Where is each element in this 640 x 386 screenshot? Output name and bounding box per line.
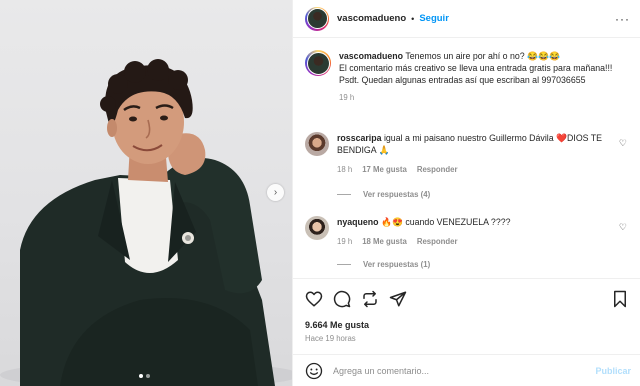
caption: vascomadueno Tenemos un aire por ahí o n…: [305, 50, 629, 104]
follow-button[interactable]: Seguir: [419, 13, 449, 24]
comment-like-icon[interactable]: ♡: [619, 222, 627, 233]
caption-username[interactable]: vascomadueno: [339, 51, 403, 61]
emoji-icon[interactable]: [305, 362, 323, 380]
comment-time: 18 h: [337, 165, 353, 174]
comment-text: 🔥😍 cuando VENEZUELA ????: [381, 217, 511, 227]
carousel-dot: [146, 374, 150, 378]
post-side-panel: vascomadueno • Seguir ··· vascomadueno T…: [292, 0, 640, 386]
view-replies-button[interactable]: Ver respuestas (4): [337, 190, 430, 199]
author-avatar[interactable]: [305, 6, 329, 31]
comment-time: 19 h: [337, 237, 353, 246]
commenter-username[interactable]: nyaqueno: [337, 217, 379, 227]
portrait-illustration: [0, 59, 292, 386]
comment-like-icon[interactable]: ♡: [619, 138, 627, 149]
comment-likes[interactable]: 18 Me gusta: [362, 236, 407, 248]
post-photo[interactable]: ›: [0, 0, 292, 386]
commenter-avatar[interactable]: [305, 132, 329, 156]
view-replies-label: Ver respuestas (4): [363, 190, 431, 199]
caption-text-1: Tenemos un aire por ahí o no? 😂😂😂: [405, 51, 560, 61]
caption-time: 19 h: [339, 93, 355, 102]
replies-divider: [337, 264, 351, 265]
comment-meta: 19 h 18 Me gusta Responder: [337, 236, 617, 248]
view-replies-label: Ver respuestas (1): [363, 260, 431, 269]
comment-composer: Publicar: [293, 354, 640, 386]
commenter-avatar[interactable]: [305, 216, 329, 240]
bookmark-icon[interactable]: [611, 290, 629, 308]
caption-line-1: vascomadueno Tenemos un aire por ahí o n…: [339, 50, 629, 62]
comments-section[interactable]: vascomadueno Tenemos un aire por ahí o n…: [293, 38, 640, 278]
more-options-icon[interactable]: ···: [615, 12, 630, 26]
comment: rosscaripa igual a mi paisano nuestro Gu…: [305, 132, 635, 176]
author-username[interactable]: vascomadueno: [337, 13, 406, 24]
caption-text-3: Psdt. Quedan algunas entradas así que es…: [339, 75, 586, 85]
share-icon[interactable]: [389, 290, 407, 308]
reply-button[interactable]: Responder: [417, 236, 458, 248]
reply-button[interactable]: Responder: [417, 164, 458, 176]
carousel-dot-active: [139, 374, 143, 378]
caption-body: vascomadueno Tenemos un aire por ahí o n…: [339, 50, 629, 104]
repost-icon[interactable]: [361, 290, 379, 308]
comment: nyaqueno 🔥😍 cuando VENEZUELA ???? 19 h 1…: [305, 216, 635, 248]
comment-input[interactable]: [333, 365, 573, 376]
comment-body: rosscaripa igual a mi paisano nuestro Gu…: [337, 132, 617, 176]
comment-body: nyaqueno 🔥😍 cuando VENEZUELA ???? 19 h 1…: [337, 216, 617, 248]
caption-text-2: El comentario más creativo se lleva una …: [339, 63, 613, 73]
view-replies-button[interactable]: Ver respuestas (1): [337, 260, 430, 269]
next-slide-button[interactable]: ›: [267, 184, 284, 201]
chevron-right-icon: ›: [273, 187, 278, 198]
comment-likes[interactable]: 17 Me gusta: [362, 164, 407, 176]
comment-meta: 18 h 17 Me gusta Responder: [337, 164, 617, 176]
replies-divider: [337, 194, 351, 195]
post-header: vascomadueno • Seguir ···: [293, 0, 640, 38]
commenter-username[interactable]: rosscaripa: [337, 133, 382, 143]
header-separator: •: [411, 13, 415, 24]
heart-icon[interactable]: [305, 290, 323, 308]
post-time: Hace 19 horas: [305, 334, 356, 343]
caption-avatar[interactable]: [305, 50, 331, 76]
publish-button[interactable]: Publicar: [595, 366, 631, 376]
action-bar: [293, 278, 640, 318]
likes-count[interactable]: 9.664 Me gusta: [305, 320, 369, 330]
carousel-indicator: [139, 374, 150, 378]
instagram-post-view: › vascomadueno • Seguir ··· vascomadueno…: [0, 0, 640, 386]
comment-icon[interactable]: [333, 290, 351, 308]
